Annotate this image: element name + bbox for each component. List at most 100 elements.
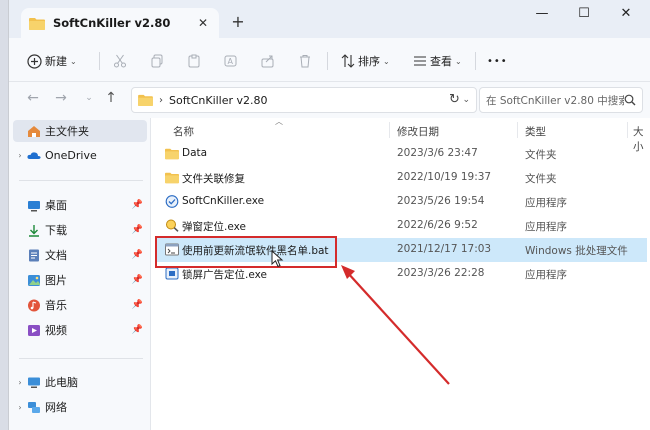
more-options-button[interactable]: •••	[487, 50, 508, 72]
navigation-pane: 主文件夹 › OneDrive 桌面 📌 下载 📌 文档 📌 图片 📌 音乐 📌…	[9, 118, 151, 430]
magnifier-app-icon	[166, 219, 179, 232]
back-arrow-icon[interactable]: ←	[23, 90, 43, 106]
document-icon	[29, 249, 39, 261]
batch-file-icon	[165, 243, 179, 256]
file-row-selected[interactable]: 使用前更新流氓软件黑名单.bat 2021/12/17 17:03 Window…	[155, 238, 647, 262]
rename-icon: A	[224, 55, 237, 67]
command-bar: 新建 ⌄ A 排序 ⌄ 查看 ⌄ •••	[9, 38, 650, 82]
file-row[interactable]: 弹窗定位.exe 2022/6/26 9:52 应用程序	[155, 214, 647, 238]
close-button[interactable]: ✕	[611, 6, 641, 21]
sidebar-item-home[interactable]: 主文件夹	[13, 120, 147, 142]
sidebar-item-videos[interactable]: 视频 📌	[13, 319, 147, 341]
music-icon	[28, 299, 40, 311]
up-arrow-icon[interactable]: ↑	[101, 90, 121, 106]
file-type: 文件夹	[525, 149, 557, 161]
scissors-icon	[114, 54, 126, 68]
column-header-type[interactable]: 类型	[525, 124, 546, 139]
minimize-button[interactable]: —	[527, 6, 557, 21]
breadcrumb-chevron-icon: ›	[159, 94, 163, 106]
maximize-button[interactable]: ☐	[569, 6, 599, 21]
expand-chevron-icon[interactable]: ›	[13, 403, 27, 412]
view-button-label: 查看	[430, 55, 452, 68]
app-icon	[165, 195, 179, 208]
mouse-pointer-icon	[271, 250, 284, 268]
file-type: 应用程序	[525, 269, 567, 281]
sort-ascending-icon: ︿	[275, 117, 283, 126]
file-row[interactable]: Data 2023/3/6 23:47 文件夹	[155, 142, 647, 166]
sort-button-label: 排序	[358, 55, 380, 68]
delete-button[interactable]	[298, 50, 312, 72]
address-dropdown-icon[interactable]: ⌄	[462, 95, 470, 105]
refresh-icon[interactable]: ↻	[449, 92, 460, 107]
sidebar-item-desktop[interactable]: 桌面 📌	[13, 194, 147, 216]
file-type: 应用程序	[525, 221, 567, 233]
file-type: 文件夹	[525, 173, 557, 185]
cut-button[interactable]	[113, 50, 127, 72]
copy-icon	[151, 54, 163, 68]
breadcrumb-path[interactable]: SoftCnKiller v2.80	[169, 94, 462, 107]
column-header-modified[interactable]: 修改日期	[397, 124, 439, 139]
search-placeholder: 在 SoftCnKiller v2.80 中搜索	[486, 94, 624, 107]
sidebar-item-downloads[interactable]: 下载 📌	[13, 219, 147, 241]
file-date: 2022/6/26 9:52	[397, 219, 478, 231]
copy-button[interactable]	[150, 50, 164, 72]
expand-chevron-icon[interactable]: ›	[13, 151, 27, 160]
app-icon	[165, 267, 179, 280]
sidebar-item-label: 文档	[45, 249, 67, 262]
share-icon	[261, 55, 274, 68]
search-icon[interactable]	[624, 94, 636, 106]
network-icon	[28, 401, 40, 413]
sort-icon	[341, 54, 355, 68]
search-box[interactable]: 在 SoftCnKiller v2.80 中搜索	[479, 87, 643, 113]
sidebar-item-label: 桌面	[45, 199, 67, 212]
file-row[interactable]: SoftCnKiller.exe 2023/5/26 19:54 应用程序	[155, 190, 647, 214]
sidebar-item-this-pc[interactable]: › 此电脑	[13, 371, 147, 393]
new-button[interactable]: 新建 ⌄	[27, 50, 77, 72]
file-name: 弹窗定位.exe	[182, 221, 246, 233]
sidebar-item-documents[interactable]: 文档 📌	[13, 244, 147, 266]
file-row[interactable]: 文件关联修复 2022/10/19 19:37 文件夹	[155, 166, 647, 190]
picture-icon	[28, 274, 40, 286]
home-icon	[28, 125, 40, 137]
sidebar-item-network[interactable]: › 网络	[13, 396, 147, 418]
column-divider[interactable]	[517, 122, 518, 138]
pin-icon: 📌	[131, 200, 143, 210]
new-tab-button[interactable]: +	[227, 12, 249, 31]
address-bar[interactable]: › SoftCnKiller v2.80 ⌄	[131, 87, 477, 113]
sidebar-item-onedrive[interactable]: › OneDrive	[13, 144, 147, 166]
paste-button[interactable]	[187, 50, 201, 72]
chevron-down-icon: ⌄	[383, 56, 390, 66]
column-divider[interactable]	[627, 122, 628, 138]
sidebar-item-music[interactable]: 音乐 📌	[13, 294, 147, 316]
sidebar-item-label: 下载	[45, 224, 67, 237]
sidebar-item-pictures[interactable]: 图片 📌	[13, 269, 147, 291]
file-row[interactable]: 锁屏广告定位.exe 2023/3/26 22:28 应用程序	[155, 262, 647, 286]
download-icon	[29, 224, 39, 237]
tab-softcnkiller[interactable]: SoftCnKiller v2.80 ✕	[21, 8, 219, 38]
view-button[interactable]: 查看 ⌄	[413, 50, 462, 72]
sidebar-item-label: OneDrive	[45, 148, 97, 162]
file-date: 2023/5/26 19:54	[397, 195, 485, 207]
expand-chevron-icon[interactable]: ›	[13, 378, 27, 387]
file-explorer-window: SoftCnKiller v2.80 ✕ + — ☐ ✕ 新建 ⌄ A 排序 ⌄…	[8, 0, 650, 430]
column-divider[interactable]	[389, 122, 390, 138]
forward-arrow-icon[interactable]: →	[51, 90, 71, 106]
file-date: 2022/10/19 19:37	[397, 171, 492, 183]
file-date: 2023/3/26 22:28	[397, 267, 485, 279]
rename-button[interactable]: A	[224, 50, 238, 72]
cloud-icon	[27, 151, 41, 159]
title-bar: SoftCnKiller v2.80 ✕ + — ☐ ✕	[9, 0, 650, 38]
view-list-icon	[414, 56, 426, 66]
sort-button[interactable]: 排序 ⌄	[341, 50, 390, 72]
tab-title: SoftCnKiller v2.80	[53, 16, 171, 30]
recent-chevron-icon[interactable]: ⌄	[79, 93, 99, 103]
file-name: SoftCnKiller.exe	[182, 195, 265, 207]
share-button[interactable]	[261, 50, 275, 72]
pin-icon: 📌	[131, 275, 143, 285]
computer-icon	[28, 377, 40, 388]
tab-close-icon[interactable]: ✕	[195, 16, 211, 30]
sidebar-item-label: 图片	[45, 274, 67, 287]
column-header-name[interactable]: 名称	[173, 124, 194, 139]
pin-icon: 📌	[131, 250, 143, 260]
folder-icon	[165, 172, 179, 184]
